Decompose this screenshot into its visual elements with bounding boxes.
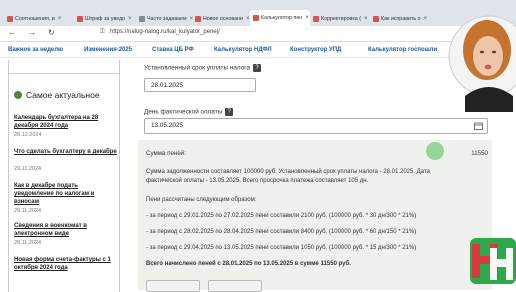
due-date-label: Установленный срок уплаты налога? [144, 64, 261, 72]
bookmark-link[interactable]: Калькулятор НДФЛ [214, 47, 272, 53]
favicon-icon [373, 16, 379, 22]
url-field[interactable]: https://nalog-nalog.ru/kal_kulyator_pene… [110, 29, 220, 35]
sidebar-top-box [8, 60, 120, 74]
help-icon[interactable]: ? [225, 108, 234, 116]
due-date-value: 28.01.2025 [151, 82, 183, 89]
calculator-main: Установленный срок уплаты налога? 28.01.… [138, 58, 498, 292]
action-button[interactable] [146, 280, 200, 292]
sidebar-heading: Самое актуальное [14, 90, 100, 100]
actual-date-label: День фактической оплаты? [144, 108, 234, 116]
sidebar-item-link[interactable]: Новая форма счета-фактуры с 1 октября 20… [14, 256, 118, 272]
penalty-value: 11550 [471, 150, 488, 157]
favicon-icon [195, 16, 201, 22]
penalty-label: Сумма пеней: [146, 150, 186, 157]
favicon-icon [313, 16, 319, 22]
back-icon[interactable]: ← [8, 28, 16, 37]
bookmark-link[interactable]: Конструктор УПД [290, 47, 341, 53]
bookmark-link[interactable]: Ставка ЦБ РФ [152, 47, 194, 53]
breakdown-line: - за период с 29.04.2025 по 13.05.2025 п… [146, 245, 417, 251]
due-date-label-text: Установленный срок уплаты налога [144, 64, 250, 72]
calendar-icon[interactable] [474, 122, 483, 130]
tab-label: Корректировка ( [321, 16, 361, 22]
close-icon[interactable]: × [58, 16, 62, 22]
breakdown-line: - за период с 29.01.2025 по 27.02.2025 п… [146, 213, 417, 219]
sidebar-item-link[interactable]: Как в декабре подать уведомление по нало… [14, 182, 118, 206]
actual-date-value: 13.05.2025 [151, 122, 183, 129]
tab-label: Новое основани [203, 16, 243, 22]
cursor-highlight [426, 142, 444, 160]
bookmarks-bar: Важное за неделю Изменения-2025 Ставка Ц… [0, 44, 516, 58]
bookmark-link[interactable]: Калькулятор госпошли [368, 47, 437, 53]
close-icon[interactable]: × [305, 15, 309, 21]
tab-2[interactable]: Штраф за уведо × [74, 12, 140, 26]
sidebar-item-date: 29.11.2024 [14, 208, 42, 214]
bookmark-link[interactable]: Изменения-2025 [84, 47, 132, 53]
action-button[interactable] [208, 280, 262, 292]
result-panel: Сумма пеней: 11550 Сумма задолженности с… [138, 140, 492, 292]
sidebar-item-link[interactable]: Что сделать бухгалтеру в декабре [14, 148, 118, 156]
tab-label: Часто задаваем [147, 16, 187, 22]
result-summary: Сумма задолженности составляет 100000 ру… [146, 169, 430, 184]
presenter-avatar [448, 15, 516, 112]
forward-icon[interactable]: → [28, 28, 36, 37]
actual-date-label-text: День фактической оплаты [144, 108, 223, 116]
sidebar-item-link[interactable]: Сведения в военкомат в электронном виде [14, 222, 118, 238]
tab-3[interactable]: Часто задаваем × [136, 12, 196, 26]
tab-7[interactable]: Как исправить о × [370, 12, 436, 26]
tab-4[interactable]: Новое основани × [192, 12, 252, 26]
sidebar-item-date: 28.11.2024 [14, 240, 42, 246]
tab-6[interactable]: Корректировка (× [310, 12, 372, 26]
tab-5-active[interactable]: Калькулятор пен × [250, 10, 310, 26]
due-date-input[interactable]: 28.01.2025 [144, 78, 256, 92]
favicon-icon [253, 15, 259, 21]
bullet-icon [14, 91, 22, 99]
tab-label: Штраф за уведо [85, 16, 126, 22]
bookmark-link[interactable]: Важное за неделю [8, 47, 63, 53]
close-icon[interactable]: × [128, 16, 132, 22]
actual-date-input[interactable]: 13.05.2025 [144, 118, 488, 134]
close-icon[interactable]: × [364, 16, 368, 22]
tab-label: Калькулятор пен [261, 15, 303, 21]
tab-1[interactable]: Соотношения, и × [4, 12, 72, 26]
address-bar: ← → ↻ ⚿ https://nalog-nalog.ru/kal_kulya… [0, 26, 516, 42]
sidebar-heading-text: Самое актуальное [26, 90, 100, 100]
breakdown-line: - за период с 28.02.2025 по 28.04.2025 п… [146, 229, 417, 235]
favicon-icon [7, 16, 13, 22]
favicon-icon [139, 16, 145, 22]
close-icon[interactable]: × [246, 16, 250, 22]
sidebar-item-link[interactable]: Календарь бухгалтера на 28 декабря 2024 … [14, 114, 118, 130]
tab-label: Соотношения, и [15, 16, 55, 22]
channel-logo [470, 238, 516, 284]
lock-icon[interactable]: ⚿ [100, 29, 105, 36]
reload-icon[interactable]: ↻ [48, 28, 55, 37]
help-icon[interactable]: ? [253, 64, 261, 72]
close-icon[interactable]: × [424, 16, 428, 22]
sidebar-item-date: 28.12.2024 [14, 132, 42, 138]
breakdown-title: Пени рассчитаны следующим образом: [146, 197, 257, 203]
favicon-icon [77, 16, 83, 22]
tab-label: Как исправить о [381, 16, 421, 22]
result-total: Всего начислено пеней с 28.01.2025 по 13… [146, 261, 351, 267]
sidebar-item-date: 29.11.2024 [14, 166, 42, 172]
